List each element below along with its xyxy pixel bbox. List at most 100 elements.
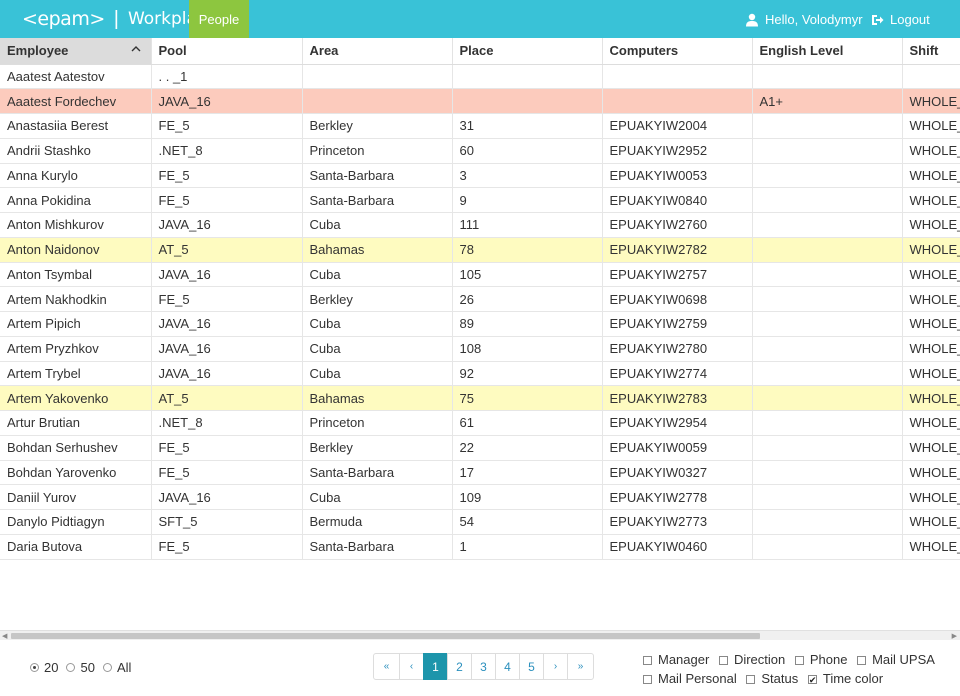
column-header-label: Employee <box>7 43 69 59</box>
table-cell: EPUAKYIW0053 <box>602 163 753 189</box>
logout-link[interactable]: Logout <box>870 12 930 27</box>
toggle-mail-upsa[interactable]: Mail UPSA <box>857 651 935 670</box>
table-cell: .NET_8 <box>151 138 303 164</box>
table-row[interactable]: Danylo Pidtiagyn SFT_5 Bermuda 54 EPUAKYIW27… <box>0 509 960 535</box>
table-cell: Princeton <box>302 138 453 164</box>
brand-separator: | <box>113 7 119 30</box>
table-row[interactable]: Bohdan Serhushev FE_5 Berkley 22 EPUAKYIW005… <box>0 435 960 461</box>
radio-button[interactable] <box>66 663 76 672</box>
table-cell: Cuba <box>302 361 453 387</box>
table-row[interactable]: Aaatest Aatestov. . _1 <box>0 64 960 90</box>
table-row[interactable]: Artur Brutian .NET_8 Princeton 61 EPUAKYIW29… <box>0 410 960 436</box>
next-page-button[interactable]: › <box>543 653 568 680</box>
toggle-status[interactable]: Status <box>746 670 798 689</box>
table-cell <box>752 113 903 139</box>
toggle-time-color[interactable]: Time color <box>807 670 883 690</box>
table-row[interactable]: Artem Pipich JAVA_16 Cuba 89 EPUAKYIW2759 WHO… <box>0 311 960 337</box>
checkbox[interactable] <box>718 655 728 665</box>
prev-page-button[interactable]: ‹ <box>399 653 424 680</box>
table-cell: JAVA_16 <box>151 88 303 114</box>
table-cell: JAVA_16 <box>151 311 303 337</box>
table-cell <box>602 64 753 90</box>
table-row[interactable]: Anna Kurylo FE_5 Santa-Barbara 3 EPUAKYIW005… <box>0 163 960 189</box>
table-row[interactable]: Artem Nakhodkin FE_5 Berkley 26 EPUAKYIW0698… <box>0 286 960 312</box>
table-row[interactable]: Anna Pokidina FE_5 Santa-Barbara 9 EPUAKYIW0… <box>0 187 960 213</box>
column-header-place[interactable]: Place <box>452 38 603 65</box>
horizontal-scrollbar[interactable]: ◀ ▶ <box>0 630 960 640</box>
scroll-left-icon[interactable]: ◀ <box>2 632 7 640</box>
nav-people-tab[interactable]: People <box>189 0 249 38</box>
table-cell: Cuba <box>302 212 453 238</box>
radio-button[interactable] <box>30 663 39 672</box>
scrollbar-thumb[interactable] <box>11 633 760 639</box>
table-cell: Andrii Stashko <box>0 138 152 164</box>
page-button-5[interactable]: 5 <box>519 653 544 680</box>
page-size-label: 50 <box>80 660 95 675</box>
table-cell <box>452 88 603 114</box>
user-greeting[interactable]: Hello, Volodymyr <box>745 12 863 27</box>
toggle-manager[interactable]: Manager <box>643 651 709 670</box>
table-row[interactable]: Anastasiia Berest FE_5 Berkley 31 EPUAKYIW20… <box>0 113 960 139</box>
page-button-3[interactable]: 3 <box>471 653 496 680</box>
page-size-option-50[interactable]: 50 <box>66 660 95 675</box>
table-row[interactable]: Bohdan Yarovenko FE_5 Santa-Barbara 17 EPUAK… <box>0 460 960 486</box>
table-row[interactable]: Daria Butova FE_5 Santa-Barbara 1 EPUAKYIW04… <box>0 534 960 560</box>
radio-button[interactable] <box>102 663 112 672</box>
table-cell: EPUAKYIW2780 <box>602 336 753 362</box>
first-page-button[interactable]: « <box>373 653 400 680</box>
scroll-right-icon[interactable]: ▶ <box>952 632 957 640</box>
table-row[interactable]: Artem Yakovenko AT_5 Bahamas 75 EPUAKYIW2783… <box>0 385 960 411</box>
table-cell <box>752 163 903 189</box>
table-cell: WHOLE_ <box>902 138 960 164</box>
table-cell: Artem Pipich <box>0 311 152 337</box>
table-row[interactable]: Artem Trybel JAVA_16 Cuba 92 EPUAKYIW2774 WHO… <box>0 361 960 387</box>
column-header-pool[interactable]: Pool <box>151 38 303 65</box>
table-cell <box>902 64 960 90</box>
checkbox[interactable] <box>794 655 804 665</box>
toggle-mail-personal[interactable]: Mail Personal <box>643 670 737 689</box>
table-cell <box>752 336 903 362</box>
table-row[interactable]: Anton Mishkurov JAVA_16 Cuba 111 EPUAKYIW276… <box>0 212 960 238</box>
last-page-button[interactable]: » <box>567 653 594 680</box>
column-header-employee[interactable]: Employee <box>0 38 152 65</box>
page-size-option-all[interactable]: All <box>102 660 132 675</box>
checkbox[interactable] <box>807 671 817 690</box>
toggle-label: Direction <box>733 652 786 667</box>
table-cell: 1 <box>452 534 603 560</box>
table-cell: Daniil Yurov <box>0 484 152 510</box>
checkbox[interactable] <box>643 675 652 684</box>
table-row[interactable]: Anton Naidonov AT_5 Bahamas 78 EPUAKYIW2782 W… <box>0 237 960 263</box>
table-cell: Artem Yakovenko <box>0 385 152 411</box>
checkbox[interactable] <box>746 675 756 684</box>
employees-table: Employee Pool Area Place Computers Engli… <box>0 38 960 560</box>
page-size-option-20[interactable]: 20 <box>30 660 58 675</box>
table-row[interactable]: Andrii Stashko .NET_8 Princeton 60 EPUAKYIW2… <box>0 138 960 164</box>
page-size-label: All <box>116 660 132 675</box>
page-button-2[interactable]: 2 <box>447 653 472 680</box>
greeting-text: Hello, Volodymyr <box>765 12 863 27</box>
table-cell: WHOLE_ <box>902 88 960 114</box>
table-row[interactable]: Anton Tsymbal JAVA_16 Cuba 105 EPUAKYIW2757 W… <box>0 262 960 288</box>
table-cell: EPUAKYIW2759 <box>602 311 753 337</box>
table-row[interactable]: Aaatest Fordechev JAVA_16 A1+ WHOLE_ <box>0 88 960 114</box>
toggle-phone[interactable]: Phone <box>794 651 847 670</box>
page-button-1[interactable]: 1 <box>423 653 448 680</box>
table-cell: FE_5 <box>151 460 303 486</box>
table-cell: EPUAKYIW2004 <box>602 113 753 139</box>
column-header-area[interactable]: Area <box>302 38 453 65</box>
column-header-computers[interactable]: Computers <box>602 38 753 65</box>
table-row[interactable]: Daniil Yurov JAVA_16 Cuba 109 EPUAKYIW2778 WH… <box>0 484 960 510</box>
table-cell <box>752 385 903 411</box>
page-button-4[interactable]: 4 <box>495 653 520 680</box>
table-cell: Bohdan Serhushev <box>0 435 152 461</box>
table-cell: WHOLE_ <box>902 163 960 189</box>
column-header-shift[interactable]: Shift <box>902 38 960 65</box>
toggle-direction[interactable]: Direction <box>718 651 786 670</box>
checkbox[interactable] <box>643 655 652 665</box>
table-cell: 17 <box>452 460 603 486</box>
column-header-english-level[interactable]: English Level <box>752 38 903 65</box>
table-cell: 9 <box>452 187 603 213</box>
table-row[interactable]: Artem Pryzhkov JAVA_16 Cuba 108 EPUAKYIW2780… <box>0 336 960 362</box>
checkbox[interactable] <box>857 655 867 665</box>
table-cell: JAVA_16 <box>151 484 303 510</box>
